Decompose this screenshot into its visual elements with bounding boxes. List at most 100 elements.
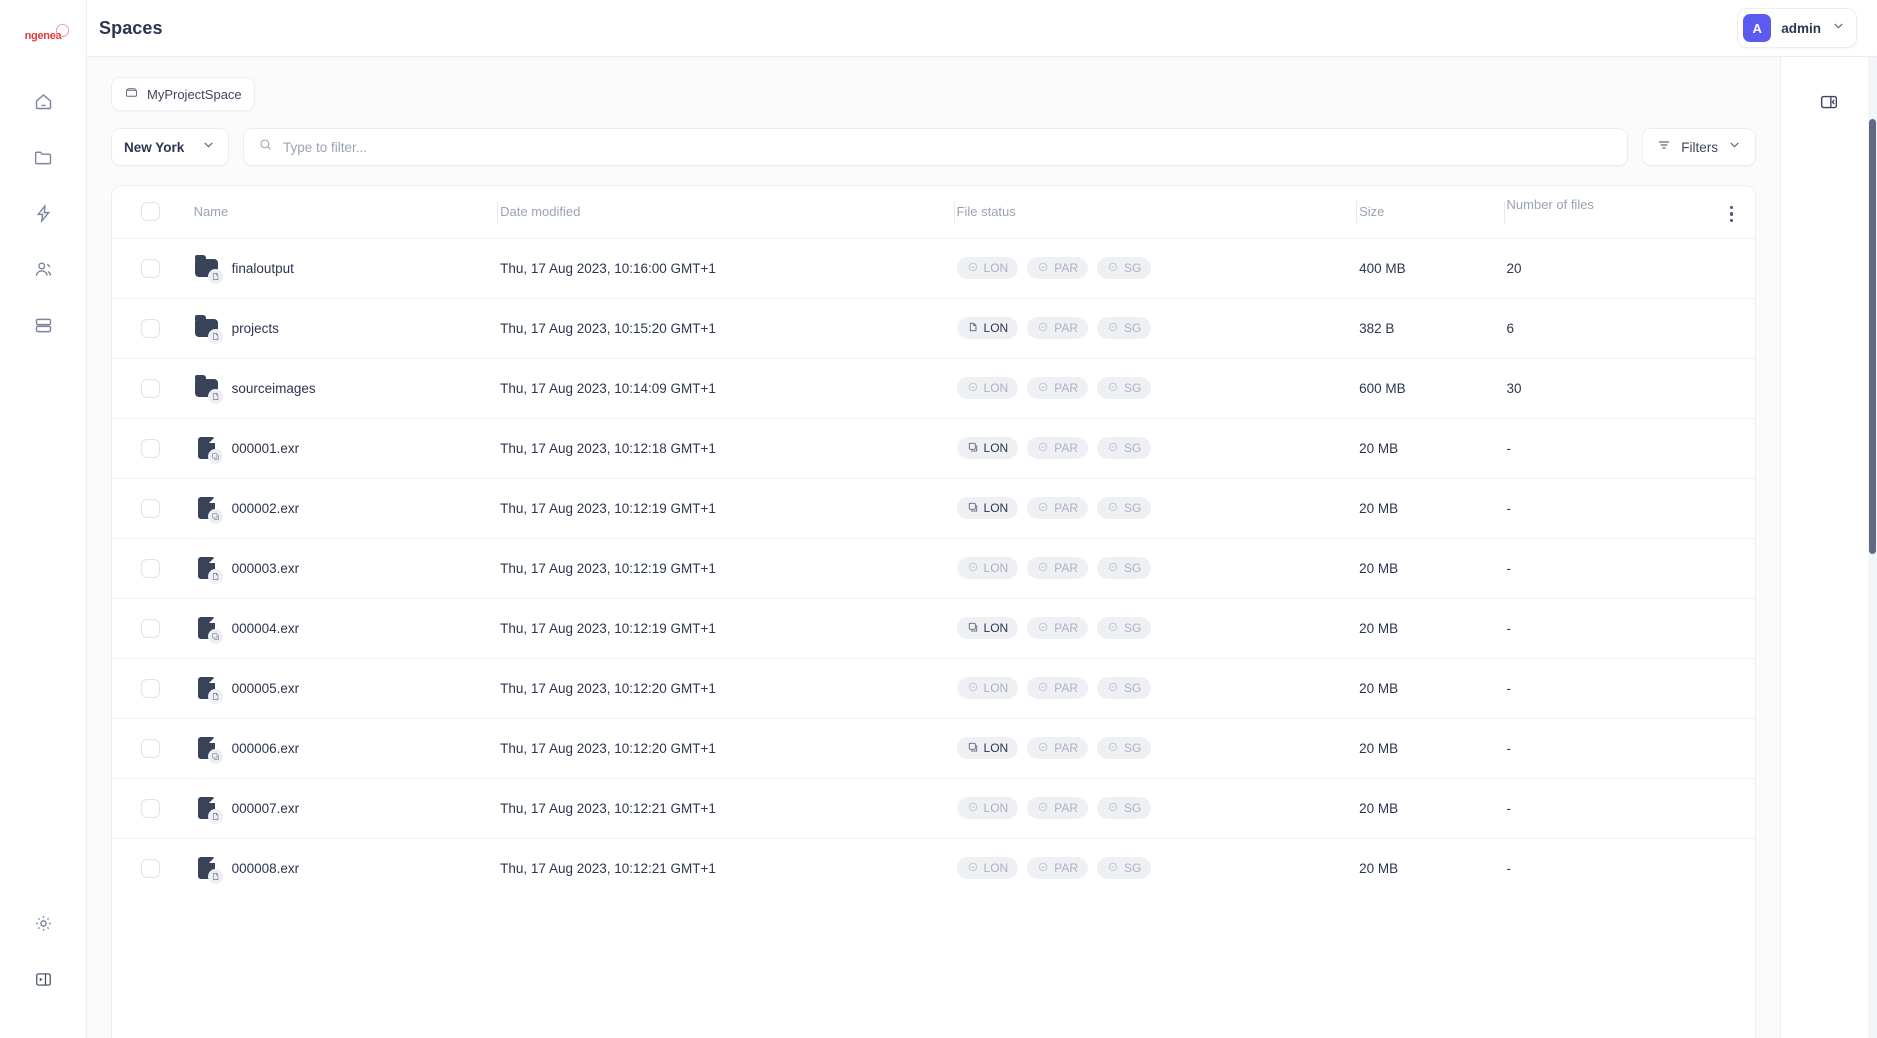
select-all-checkbox[interactable] — [141, 202, 160, 221]
row-checkbox[interactable] — [141, 799, 160, 818]
status-state-icon — [1037, 861, 1049, 876]
table-row[interactable]: 000006.exrThu, 17 Aug 2023, 10:12:20 GMT… — [112, 718, 1755, 778]
status-badge-par[interactable]: PAR — [1027, 377, 1088, 399]
status-badge-sg[interactable]: SG — [1097, 677, 1151, 699]
status-badge-par[interactable]: PAR — [1027, 737, 1088, 759]
sidebar-item-activity[interactable] — [21, 194, 65, 238]
table-row[interactable]: projectsThu, 17 Aug 2023, 10:15:20 GMT+1… — [112, 298, 1755, 358]
status-badge-par[interactable]: PAR — [1027, 677, 1088, 699]
row-name-cell[interactable]: 000003.exr — [192, 538, 499, 598]
status-badge-sg[interactable]: SG — [1097, 497, 1151, 519]
sidebar-item-storage[interactable] — [21, 306, 65, 350]
row-checkbox[interactable] — [141, 319, 160, 338]
status-badge-lon[interactable]: LON — [957, 497, 1019, 519]
sidebar-item-users[interactable] — [21, 250, 65, 294]
sidebar-collapse-toggle[interactable] — [21, 960, 65, 1004]
row-checkbox[interactable] — [141, 259, 160, 278]
row-size-cell: 20 MB — [1357, 478, 1504, 538]
sidebar-item-settings[interactable] — [21, 904, 65, 948]
row-name-cell[interactable]: finaloutput — [192, 238, 499, 298]
row-date-cell: Thu, 17 Aug 2023, 10:12:21 GMT+1 — [498, 838, 954, 898]
sidebar-item-files[interactable] — [21, 138, 65, 182]
status-badge-lon[interactable]: LON — [957, 557, 1019, 579]
row-checkbox[interactable] — [141, 859, 160, 878]
filter-input-container[interactable] — [243, 128, 1628, 166]
status-badge-par[interactable]: PAR — [1027, 797, 1088, 819]
status-badge-par[interactable]: PAR — [1027, 857, 1088, 879]
table-row[interactable]: 000001.exrThu, 17 Aug 2023, 10:12:18 GMT… — [112, 418, 1755, 478]
status-badge-sg[interactable]: SG — [1097, 317, 1151, 339]
filter-input[interactable] — [283, 140, 1613, 155]
status-badge-sg[interactable]: SG — [1097, 557, 1151, 579]
status-badge-par[interactable]: PAR — [1027, 497, 1088, 519]
table-row[interactable]: 000005.exrThu, 17 Aug 2023, 10:12:20 GMT… — [112, 658, 1755, 718]
row-checkbox[interactable] — [141, 559, 160, 578]
page-scrollbar-track[interactable] — [1868, 57, 1877, 1038]
row-name-cell[interactable]: 000001.exr — [192, 418, 499, 478]
status-badge-par[interactable]: PAR — [1027, 317, 1088, 339]
table-row[interactable]: 000004.exrThu, 17 Aug 2023, 10:12:19 GMT… — [112, 598, 1755, 658]
filters-button[interactable]: Filters — [1642, 128, 1756, 166]
table-options-menu-button[interactable] — [1726, 202, 1738, 227]
table-row[interactable]: sourceimagesThu, 17 Aug 2023, 10:14:09 G… — [112, 358, 1755, 418]
column-header-size[interactable]: Size — [1357, 186, 1504, 238]
row-checkbox[interactable] — [141, 439, 160, 458]
row-checkbox[interactable] — [141, 679, 160, 698]
row-name-cell[interactable]: sourceimages — [192, 358, 499, 418]
row-date-cell: Thu, 17 Aug 2023, 10:16:00 GMT+1 — [498, 238, 954, 298]
row-name-cell[interactable]: 000004.exr — [192, 598, 499, 658]
column-header-number-of-files[interactable]: Number of files — [1505, 186, 1755, 238]
status-badge-lon[interactable]: LON — [957, 737, 1019, 759]
copy-badge-icon — [208, 449, 223, 464]
table-row[interactable]: 000002.exrThu, 17 Aug 2023, 10:12:19 GMT… — [112, 478, 1755, 538]
table-row[interactable]: 000007.exrThu, 17 Aug 2023, 10:12:21 GMT… — [112, 778, 1755, 838]
status-badge-lon[interactable]: LON — [957, 797, 1019, 819]
status-state-icon — [1107, 381, 1119, 396]
row-checkbox[interactable] — [141, 739, 160, 758]
status-badge-sg[interactable]: SG — [1097, 617, 1151, 639]
row-checkbox[interactable] — [141, 379, 160, 398]
status-badge-sg[interactable]: SG — [1097, 857, 1151, 879]
row-checkbox[interactable] — [141, 619, 160, 638]
table-row[interactable]: 000008.exrThu, 17 Aug 2023, 10:12:21 GMT… — [112, 838, 1755, 898]
row-date-cell: Thu, 17 Aug 2023, 10:15:20 GMT+1 — [498, 298, 954, 358]
row-name-cell[interactable]: 000006.exr — [192, 718, 499, 778]
column-header-name[interactable]: Name — [192, 186, 499, 238]
status-badge-sg[interactable]: SG — [1097, 437, 1151, 459]
status-badges: LON PAR SG — [955, 437, 1358, 459]
status-badge-par[interactable]: PAR — [1027, 437, 1088, 459]
column-header-file-status[interactable]: File status — [955, 186, 1358, 238]
row-name-cell[interactable]: 000008.exr — [192, 838, 499, 898]
page-scrollbar-thumb[interactable] — [1869, 119, 1876, 554]
status-badge-lon[interactable]: LON — [957, 617, 1019, 639]
status-badge-par[interactable]: PAR — [1027, 257, 1088, 279]
row-name-cell[interactable]: 000005.exr — [192, 658, 499, 718]
status-badge-par[interactable]: PAR — [1027, 557, 1088, 579]
name-cell-inner: 000008.exr — [192, 855, 499, 881]
status-badge-lon[interactable]: LON — [957, 377, 1019, 399]
column-header-date-modified[interactable]: Date modified — [498, 186, 954, 238]
status-badge-lon[interactable]: LON — [957, 437, 1019, 459]
row-checkbox[interactable] — [141, 499, 160, 518]
status-badge-lon[interactable]: LON — [957, 857, 1019, 879]
right-panel-toggle-button[interactable] — [1816, 91, 1842, 117]
status-badge-sg[interactable]: SG — [1097, 257, 1151, 279]
region-select[interactable]: New York — [111, 128, 229, 166]
name-cell-inner: projects — [192, 315, 499, 341]
status-site-label: SG — [1124, 381, 1141, 395]
table-row[interactable]: 000003.exrThu, 17 Aug 2023, 10:12:19 GMT… — [112, 538, 1755, 598]
status-badge-sg[interactable]: SG — [1097, 797, 1151, 819]
status-badge-par[interactable]: PAR — [1027, 617, 1088, 639]
row-name-cell[interactable]: 000007.exr — [192, 778, 499, 838]
status-badge-sg[interactable]: SG — [1097, 377, 1151, 399]
status-badge-lon[interactable]: LON — [957, 257, 1019, 279]
status-badge-lon[interactable]: LON — [957, 677, 1019, 699]
row-name-cell[interactable]: 000002.exr — [192, 478, 499, 538]
table-row[interactable]: finaloutputThu, 17 Aug 2023, 10:16:00 GM… — [112, 238, 1755, 298]
row-name-cell[interactable]: projects — [192, 298, 499, 358]
status-badge-sg[interactable]: SG — [1097, 737, 1151, 759]
sidebar-item-home[interactable] — [21, 82, 65, 126]
user-menu-button[interactable]: A admin — [1737, 8, 1857, 48]
breadcrumb-item-myprojectspace[interactable]: MyProjectSpace — [111, 77, 255, 111]
status-badge-lon[interactable]: LON — [957, 317, 1019, 339]
